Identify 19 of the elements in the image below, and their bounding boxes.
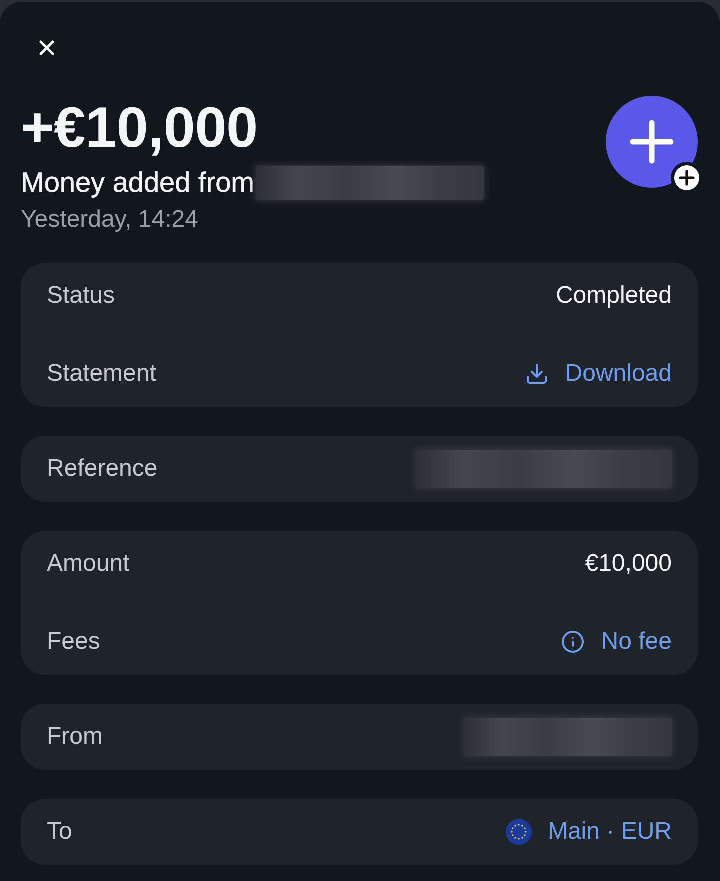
row-label: Reference [47,455,158,483]
info-icon [561,630,586,654]
download-link[interactable]: Download [525,360,672,388]
row-label: Status [47,282,116,310]
eu-flag-icon [506,819,532,845]
transaction-description: Money added from [21,166,254,200]
row-value: Completed [556,282,672,310]
row-value: €10,000 [585,550,672,578]
row-label: Fees [47,628,100,656]
account-link[interactable]: Main · EUR [506,818,672,846]
plus-circle-icon [606,96,698,188]
row-label: To [47,818,72,846]
fee-info-link[interactable]: No fee [561,628,672,656]
row-label: From [47,723,103,751]
row-label: Statement [47,360,156,388]
row-label: Amount [47,550,130,578]
download-icon [525,362,550,386]
transaction-amount: +€10,000 [21,96,258,160]
transaction-date: Yesterday, 14:24 [21,205,198,235]
